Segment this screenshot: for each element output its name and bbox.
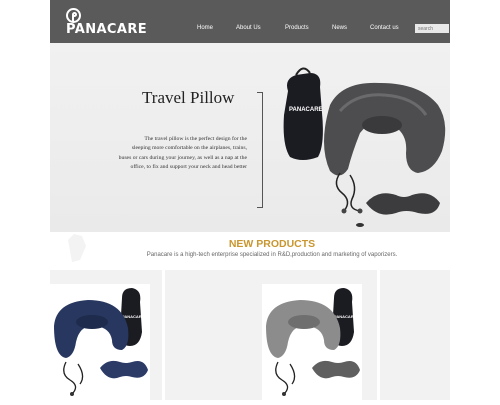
search-input[interactable] xyxy=(415,24,449,33)
nav-home[interactable]: Home xyxy=(197,25,213,31)
hero-banner[interactable]: Travel Pillow The travel pillow is the p… xyxy=(50,43,450,232)
section-title: NEW PRODUCTS xyxy=(228,238,316,250)
section-subtitle: Panacare is a high-tech enterprise speci… xyxy=(146,252,398,258)
site-logo[interactable]: PANACARE xyxy=(66,8,154,38)
svg-text:PANACARE: PANACARE xyxy=(334,314,357,319)
logo-badge-icon xyxy=(66,8,81,23)
nav-products[interactable]: Products xyxy=(285,25,309,31)
nav-contact-us[interactable]: Contact us xyxy=(370,25,399,31)
grey-pillow-image: PANACARE xyxy=(266,288,360,396)
product-card[interactable] xyxy=(380,270,450,400)
hero-description-line: The travel pillow is the perfect design … xyxy=(144,136,247,142)
product-image-grey[interactable]: PANACARE xyxy=(262,284,362,400)
site-header: PANACARE Home About Us Products News Con… xyxy=(50,0,450,43)
bag-logo-text: PANACARE xyxy=(289,107,323,113)
decorative-watermark-icon xyxy=(68,234,86,262)
navy-pillow-image: PANACARE xyxy=(54,288,148,396)
product-image-navy[interactable]: PANACARE xyxy=(50,284,150,400)
product-card[interactable]: PANACARE xyxy=(165,270,377,400)
hero-description-line: buses or cars during your journey, as we… xyxy=(118,154,247,161)
nav-about-us[interactable]: About Us xyxy=(236,25,261,31)
hero-bracket-divider xyxy=(257,92,263,208)
product-card[interactable]: PANACARE xyxy=(50,270,162,400)
hero-description-line: office, to fix and support your neck and… xyxy=(130,163,247,170)
hero-description: The travel pillow is the perfect design … xyxy=(60,135,247,172)
hero-title: Travel Pillow xyxy=(142,88,235,107)
nav-news[interactable]: News xyxy=(332,25,347,31)
travel-pillow-image: PANACARE xyxy=(283,67,446,227)
svg-text:PANACARE: PANACARE xyxy=(122,314,145,319)
logo-text: PANACARE xyxy=(66,22,148,37)
hero-description-line: sleeping more comfortable on the airplan… xyxy=(131,145,247,152)
